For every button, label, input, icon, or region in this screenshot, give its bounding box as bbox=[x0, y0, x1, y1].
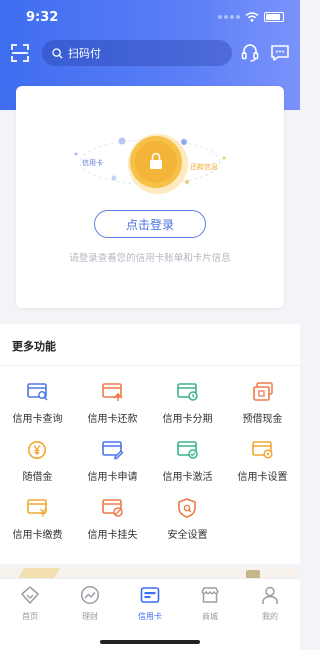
home-icon bbox=[21, 586, 39, 604]
card-apply-icon bbox=[102, 441, 124, 460]
fn-label: 随借金 bbox=[22, 472, 53, 483]
search-bar[interactable]: 扫码付 bbox=[42, 40, 232, 66]
fn-label: 信用卡激活 bbox=[162, 472, 213, 483]
tab-label: 我的 bbox=[262, 612, 278, 621]
cash-advance-icon bbox=[253, 382, 273, 401]
fn-cash-advance[interactable]: 预借现金 bbox=[225, 382, 300, 428]
fn-label: 信用卡设置 bbox=[237, 472, 288, 483]
fn-label: 信用卡还款 bbox=[87, 414, 138, 425]
top-toolbar: 扫码付 bbox=[0, 38, 300, 68]
home-indicator[interactable] bbox=[100, 640, 200, 644]
fn-card-settings[interactable]: 信用卡设置 bbox=[225, 440, 300, 486]
profile-icon bbox=[262, 586, 278, 604]
tab-credit-card[interactable]: 信用卡 bbox=[120, 585, 180, 627]
fn-label: 信用卡查询 bbox=[12, 414, 63, 425]
fn-card-query[interactable]: 信用卡查询 bbox=[0, 382, 75, 428]
fn-label: 预借现金 bbox=[242, 414, 283, 425]
tab-label: 信用卡 bbox=[138, 612, 162, 621]
signal-icon bbox=[218, 15, 240, 19]
fn-label: 信用卡分期 bbox=[162, 414, 213, 425]
tab-mall[interactable]: 商城 bbox=[180, 585, 240, 627]
fn-card-apply[interactable]: 信用卡申请 bbox=[75, 440, 150, 486]
message-icon[interactable] bbox=[270, 43, 290, 63]
login-hint-text: 请登录查看您的信用卡账单和卡片信息 bbox=[69, 253, 231, 264]
divider bbox=[0, 365, 300, 366]
fn-card-repay[interactable]: 信用卡还款 bbox=[75, 382, 150, 428]
card-payment-icon bbox=[27, 499, 47, 517]
fn-label: 信用卡缴费 bbox=[12, 530, 63, 541]
card-settings-icon bbox=[252, 441, 273, 459]
status-bar: 9:32 bbox=[0, 0, 300, 36]
scan-icon[interactable] bbox=[10, 43, 30, 63]
more-functions-section: 更多功能 信用卡查询 信用卡还款 信用卡分期 预借现金 随借金 信用卡申请 信用… bbox=[0, 324, 300, 564]
section-title: 更多功能 bbox=[12, 340, 56, 353]
tab-home[interactable]: 首页 bbox=[0, 585, 60, 627]
card-activate-icon bbox=[177, 441, 198, 459]
search-icon bbox=[52, 47, 63, 59]
tab-profile[interactable]: 我的 bbox=[240, 585, 300, 627]
fn-security-settings[interactable]: 安全设置 bbox=[150, 498, 225, 544]
mall-icon bbox=[201, 587, 219, 603]
fn-label: 信用卡申请 bbox=[87, 472, 138, 483]
fn-label: 安全设置 bbox=[167, 530, 208, 541]
fn-card-lost[interactable]: 信用卡挂失 bbox=[75, 498, 150, 544]
tab-label: 理财 bbox=[82, 612, 98, 621]
fn-card-payment[interactable]: 信用卡缴费 bbox=[0, 498, 75, 544]
card-repay-icon bbox=[102, 383, 123, 401]
status-time: 9:32 bbox=[26, 10, 59, 25]
tab-wealth[interactable]: 理财 bbox=[60, 585, 120, 627]
yen-coin-icon bbox=[28, 441, 46, 459]
card-installment-icon bbox=[177, 383, 198, 401]
fn-sui-jie-jin[interactable]: 随借金 bbox=[0, 440, 75, 486]
credit-card-icon bbox=[140, 587, 160, 603]
status-icons bbox=[218, 12, 284, 22]
security-shield-icon bbox=[178, 498, 196, 518]
card-lost-icon bbox=[102, 499, 123, 517]
tab-label: 首页 bbox=[22, 612, 38, 621]
credit-card-summary-card: 信用卡 还款信息 点击登录 请登录查看您的信用卡账单和卡片信息 bbox=[16, 86, 284, 308]
fn-card-installment[interactable]: 信用卡分期 bbox=[150, 382, 225, 428]
fn-label: 信用卡挂失 bbox=[87, 530, 138, 541]
tag-credit-card: 信用卡 bbox=[82, 159, 103, 167]
login-button[interactable]: 点击登录 bbox=[94, 210, 206, 238]
wealth-trend-icon bbox=[80, 585, 100, 605]
battery-icon bbox=[264, 12, 284, 22]
card-search-icon bbox=[27, 383, 48, 401]
fn-card-activate[interactable]: 信用卡激活 bbox=[150, 440, 225, 486]
search-placeholder: 扫码付 bbox=[68, 47, 101, 60]
lock-coin-illustration bbox=[74, 134, 226, 194]
customer-service-icon[interactable] bbox=[241, 43, 259, 63]
tag-repay-info: 还款信息 bbox=[190, 163, 218, 171]
wifi-icon bbox=[245, 12, 259, 22]
tab-label: 商城 bbox=[202, 612, 218, 621]
